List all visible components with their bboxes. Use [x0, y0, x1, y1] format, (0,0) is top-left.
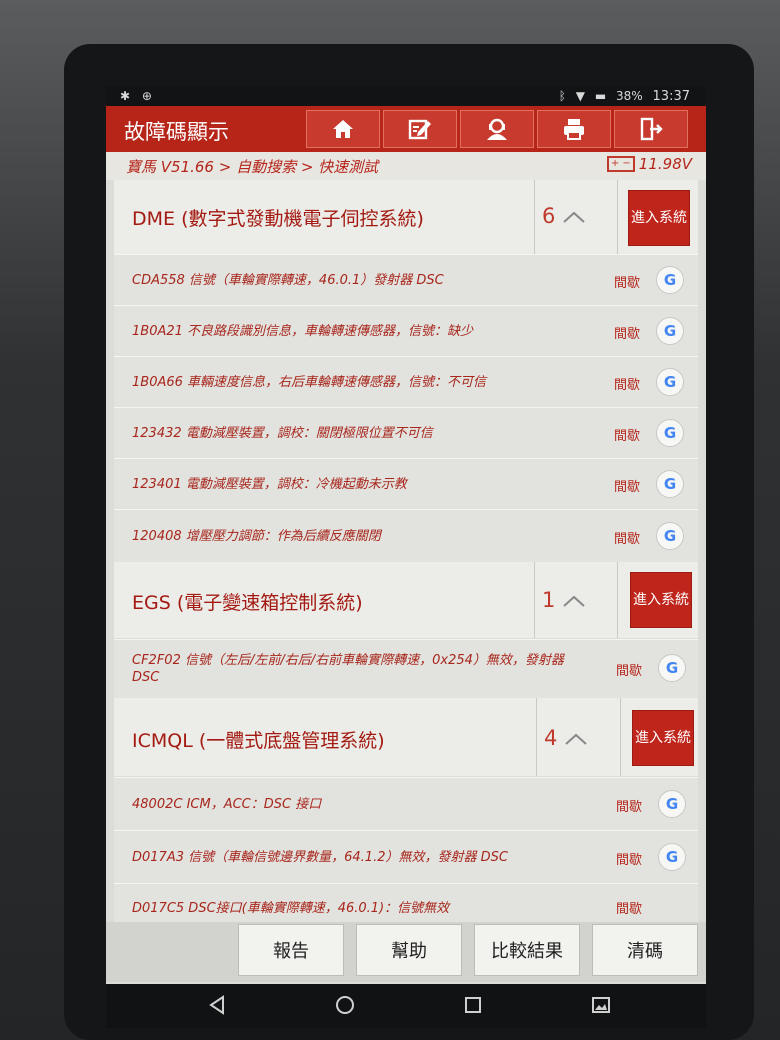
chevron-up-icon[interactable]: [562, 210, 586, 224]
google-search-icon[interactable]: G: [656, 522, 684, 550]
fault-code-row[interactable]: 1B0A66 車輛速度信息，右后車輪轉速傳感器，信號：不可信 間歇 G: [114, 356, 698, 407]
voltage-indicator: + − 11.98V: [606, 155, 692, 173]
usb-icon: ✱ ⊕: [120, 89, 156, 103]
fault-code-text: 123401 電動減壓裝置，調校：冷機起動未示教: [132, 477, 407, 492]
battery-icon: ▬: [594, 89, 607, 103]
divider: [620, 698, 621, 776]
system-name: ICMQL (一體式底盤管理系統): [132, 730, 385, 752]
status-right: ᛒ ▼ ▬ 38% 13:37: [553, 89, 690, 104]
edit-icon: [408, 119, 431, 140]
fault-status: 間歇: [616, 664, 643, 679]
fault-status: 間歇: [614, 276, 641, 291]
system-name: DME (數字式發動機電子伺控系統): [132, 208, 424, 230]
fault-code-text: 48002C ICM，ACC：DSC 接口: [132, 797, 322, 812]
fault-status: 間歇: [614, 327, 641, 342]
system-header-icmql: ICMQL (一體式底盤管理系統) 4 進入系統: [114, 698, 698, 776]
system-fault-count: 6: [542, 204, 556, 228]
fault-status: 間歇: [614, 378, 641, 393]
app-header: 故障碼顯示: [106, 106, 706, 152]
clock: 13:37: [652, 89, 690, 104]
fault-code-text: 120408 增壓壓力調節：作為后續反應關閉: [132, 529, 381, 544]
divider: [617, 562, 618, 638]
bluetooth-icon: ᛒ: [558, 89, 566, 103]
back-icon[interactable]: [204, 992, 230, 1018]
battery-level: 38%: [616, 89, 643, 103]
home-button[interactable]: [306, 110, 380, 148]
home-nav-icon[interactable]: [332, 992, 358, 1018]
exit-button[interactable]: [614, 110, 688, 148]
fault-code-row[interactable]: CF2F02 信號（左后/左前/右后/右前車輪實際轉速，0x254）無效，發射器…: [114, 639, 698, 698]
google-search-icon[interactable]: G: [656, 317, 684, 345]
fault-code-row[interactable]: 1B0A21 不良路段識別信息，車輪轉速傳感器，信號：缺少 間歇 G: [114, 305, 698, 356]
google-search-icon[interactable]: G: [658, 843, 686, 871]
fault-status: 間歇: [616, 853, 643, 868]
fault-code-row[interactable]: 48002C ICM，ACC：DSC 接口 間歇 G: [114, 777, 698, 830]
fault-status: 間歇: [614, 532, 641, 547]
google-search-icon[interactable]: G: [656, 266, 684, 294]
fault-code-row[interactable]: D017C5 DSC接口(車輪實際轉速，46.0.1)：信號無效 間歇: [114, 883, 698, 924]
fault-code-row[interactable]: 120408 增壓壓力調節：作為后續反應關閉 間歇 G: [114, 509, 698, 562]
fault-code-text: CF2F02 信號（左后/左前/右后/右前車輪實際轉速，0x254）無效，發射器…: [132, 653, 564, 685]
enter-system-button[interactable]: 進入系統: [630, 572, 692, 628]
wifi-icon: ▼: [575, 89, 586, 103]
bottom-action-bar: 報告 幫助 比較結果 清碼: [106, 922, 706, 982]
fault-status: 間歇: [616, 800, 643, 815]
breadcrumb-bar: 寶馬 V51.66 > 自動搜索 > 快速測試 + − 11.98V: [106, 152, 706, 180]
fault-code-text: 1B0A21 不良路段識別信息，車輪轉速傳感器，信號：缺少: [132, 324, 474, 339]
chevron-up-icon[interactable]: [562, 594, 586, 608]
breadcrumb: 寶馬 V51.66 > 自動搜索 > 快速測試: [126, 158, 379, 176]
fault-code-text: D017C5 DSC接口(車輪實際轉速，46.0.1)：信號無效: [132, 901, 450, 916]
page-title: 故障碼顯示: [124, 120, 229, 144]
print-button[interactable]: [537, 110, 611, 148]
report-button[interactable]: 報告: [238, 924, 344, 976]
home-icon: [333, 120, 353, 138]
fault-code-row[interactable]: 123401 電動減壓裝置，調校：冷機起動未示教 間歇 G: [114, 458, 698, 509]
status-bar: ✱ ⊕ ᛒ ▼ ▬ 38% 13:37: [106, 86, 706, 106]
fault-status: 間歇: [614, 429, 641, 444]
divider: [534, 180, 535, 254]
enter-system-button[interactable]: 進入系統: [632, 710, 694, 766]
chevron-up-icon[interactable]: [564, 732, 588, 746]
google-search-icon[interactable]: G: [656, 419, 684, 447]
fault-code-row[interactable]: 123432 電動減壓裝置，調校：關閉極限位置不可信 間歇 G: [114, 407, 698, 458]
google-search-icon[interactable]: G: [658, 790, 686, 818]
recent-apps-icon[interactable]: [460, 992, 486, 1018]
compare-results-button[interactable]: 比較結果: [474, 924, 580, 976]
divider: [617, 180, 618, 254]
google-search-icon[interactable]: G: [656, 470, 684, 498]
voltage-value: 11.98V: [638, 155, 692, 173]
fault-code-text: D017A3 信號（車輪信號邊界數量，64.1.2）無效，發射器 DSC: [132, 850, 508, 865]
fault-code-row[interactable]: D017A3 信號（車輪信號邊界數量，64.1.2）無效，發射器 DSC 間歇 …: [114, 830, 698, 883]
system-fault-count: 1: [542, 588, 556, 612]
clear-codes-button[interactable]: 清碼: [592, 924, 698, 976]
enter-system-button[interactable]: 進入系統: [628, 190, 690, 246]
help-button[interactable]: 幫助: [356, 924, 462, 976]
google-search-icon[interactable]: G: [656, 368, 684, 396]
divider: [534, 562, 535, 638]
system-name: EGS (電子變速箱控制系統): [132, 592, 363, 614]
edit-button[interactable]: [383, 110, 457, 148]
screenshot-icon[interactable]: [588, 992, 614, 1018]
exit-icon: [640, 117, 663, 141]
google-search-icon[interactable]: G: [658, 654, 686, 682]
user-support-button[interactable]: [460, 110, 534, 148]
system-fault-count: 4: [544, 726, 558, 750]
print-icon: [564, 119, 584, 140]
system-header-egs: EGS (電子變速箱控制系統) 1 進入系統: [114, 562, 698, 638]
system-header-dme: DME (數字式發動機電子伺控系統) 6 進入系統: [114, 180, 698, 254]
fault-code-text: CDA558 信號（車輪實際轉速，46.0.1）發射器 DSC: [132, 273, 444, 288]
divider: [536, 698, 537, 776]
car-battery-icon: + −: [606, 156, 635, 172]
user-support-icon: [487, 118, 507, 140]
screen: ✱ ⊕ ᛒ ▼ ▬ 38% 13:37 故障碼顯示 寶馬 V51.66 > 自動…: [106, 86, 706, 984]
fault-status: 間歇: [616, 902, 643, 917]
fault-status: 間歇: [614, 480, 641, 495]
fault-code-text: 123432 電動減壓裝置，調校：關閉極限位置不可信: [132, 426, 433, 441]
fault-code-text: 1B0A66 車輛速度信息，右后車輪轉速傳感器，信號：不可信: [132, 375, 487, 390]
android-nav-bar: [106, 984, 706, 1028]
fault-code-row[interactable]: CDA558 信號（車輪實際轉速，46.0.1）發射器 DSC 間歇 G: [114, 254, 698, 305]
